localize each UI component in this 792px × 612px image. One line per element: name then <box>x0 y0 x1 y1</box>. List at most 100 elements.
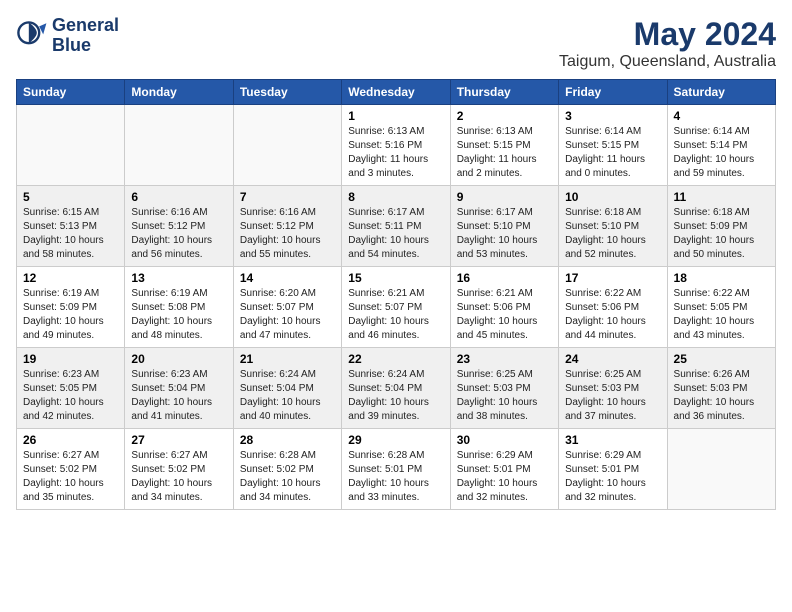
calendar-cell: 24 Sunrise: 6:25 AM Sunset: 5:03 PM Dayli… <box>559 348 667 429</box>
day-number: 6 <box>131 190 226 204</box>
calendar-cell: 25Sunrise: 6:26 AM Sunset: 5:03 PM Dayli… <box>667 348 775 429</box>
weekday-header-thursday: Thursday <box>450 80 558 105</box>
day-number: 3 <box>565 109 660 123</box>
logo-text: General Blue <box>52 16 119 56</box>
calendar-cell: 4 Sunrise: 6:14 AM Sunset: 5:14 PM Daylig… <box>667 105 775 186</box>
calendar-cell <box>233 105 341 186</box>
weekday-header-friday: Friday <box>559 80 667 105</box>
calendar-cell: 9 Sunrise: 6:17 AM Sunset: 5:10 PM Daylig… <box>450 186 558 267</box>
day-number: 27 <box>131 433 226 447</box>
day-info: Sunrise: 6:28 AM Sunset: 5:02 PM Dayligh… <box>240 449 335 505</box>
weekday-header-saturday: Saturday <box>667 80 775 105</box>
day-number: 20 <box>131 352 226 366</box>
day-number: 24 <box>565 352 660 366</box>
calendar-cell: 16 Sunrise: 6:21 AM Sunset: 5:06 PM Dayli… <box>450 267 558 348</box>
day-number: 8 <box>348 190 443 204</box>
day-info: Sunrise: 6:24 AM Sunset: 5:04 PM Dayligh… <box>240 368 335 424</box>
day-info: Sunrise: 6:26 AM Sunset: 5:03 PM Dayligh… <box>674 368 769 424</box>
day-info: Sunrise: 6:24 AM Sunset: 5:04 PM Dayligh… <box>348 368 443 424</box>
day-number: 28 <box>240 433 335 447</box>
day-info: Sunrise: 6:15 AM Sunset: 5:13 PM Dayligh… <box>23 206 118 262</box>
day-info: Sunrise: 6:23 AM Sunset: 5:04 PM Dayligh… <box>131 368 226 424</box>
day-info: Sunrise: 6:14 AM Sunset: 5:15 PM Dayligh… <box>565 125 660 181</box>
day-number: 23 <box>457 352 552 366</box>
day-number: 22 <box>348 352 443 366</box>
calendar-week-3: 12 Sunrise: 6:19 AM Sunset: 5:09 PM Dayli… <box>17 267 776 348</box>
calendar-cell: 17Sunrise: 6:22 AM Sunset: 5:06 PM Dayli… <box>559 267 667 348</box>
calendar-cell: 5 Sunrise: 6:15 AM Sunset: 5:13 PM Daylig… <box>17 186 125 267</box>
day-info: Sunrise: 6:27 AM Sunset: 5:02 PM Dayligh… <box>23 449 118 505</box>
calendar-cell: 1 Sunrise: 6:13 AM Sunset: 5:16 PM Daylig… <box>342 105 450 186</box>
day-info: Sunrise: 6:28 AM Sunset: 5:01 PM Dayligh… <box>348 449 443 505</box>
calendar-cell: 13Sunrise: 6:19 AM Sunset: 5:08 PM Dayli… <box>125 267 233 348</box>
day-number: 29 <box>348 433 443 447</box>
calendar-cell <box>667 429 775 510</box>
day-info: Sunrise: 6:18 AM Sunset: 5:10 PM Dayligh… <box>565 206 660 262</box>
day-number: 2 <box>457 109 552 123</box>
logo: General Blue <box>16 16 119 56</box>
day-info: Sunrise: 6:29 AM Sunset: 5:01 PM Dayligh… <box>457 449 552 505</box>
calendar-week-2: 5 Sunrise: 6:15 AM Sunset: 5:13 PM Daylig… <box>17 186 776 267</box>
day-info: Sunrise: 6:17 AM Sunset: 5:11 PM Dayligh… <box>348 206 443 262</box>
title-block: May 2024 Taigum, Queensland, Australia <box>559 16 776 71</box>
day-number: 7 <box>240 190 335 204</box>
calendar-cell: 20 Sunrise: 6:23 AM Sunset: 5:04 PM Dayli… <box>125 348 233 429</box>
day-info: Sunrise: 6:23 AM Sunset: 5:05 PM Dayligh… <box>23 368 118 424</box>
calendar-cell: 8 Sunrise: 6:17 AM Sunset: 5:11 PM Daylig… <box>342 186 450 267</box>
calendar-cell: 6 Sunrise: 6:16 AM Sunset: 5:12 PM Daylig… <box>125 186 233 267</box>
day-info: Sunrise: 6:21 AM Sunset: 5:07 PM Dayligh… <box>348 287 443 343</box>
day-number: 1 <box>348 109 443 123</box>
weekday-header-wednesday: Wednesday <box>342 80 450 105</box>
month-title: May 2024 <box>559 16 776 53</box>
calendar-cell: 15Sunrise: 6:21 AM Sunset: 5:07 PM Dayli… <box>342 267 450 348</box>
day-info: Sunrise: 6:27 AM Sunset: 5:02 PM Dayligh… <box>131 449 226 505</box>
calendar-cell: 31 Sunrise: 6:29 AM Sunset: 5:01 PM Dayli… <box>559 429 667 510</box>
day-number: 16 <box>457 271 552 285</box>
calendar-cell: 23 Sunrise: 6:25 AM Sunset: 5:03 PM Dayli… <box>450 348 558 429</box>
day-info: Sunrise: 6:20 AM Sunset: 5:07 PM Dayligh… <box>240 287 335 343</box>
day-info: Sunrise: 6:22 AM Sunset: 5:06 PM Dayligh… <box>565 287 660 343</box>
calendar-cell: 11 Sunrise: 6:18 AM Sunset: 5:09 PM Dayli… <box>667 186 775 267</box>
day-info: Sunrise: 6:21 AM Sunset: 5:06 PM Dayligh… <box>457 287 552 343</box>
day-info: Sunrise: 6:19 AM Sunset: 5:09 PM Dayligh… <box>23 287 118 343</box>
calendar-week-1: 1 Sunrise: 6:13 AM Sunset: 5:16 PM Daylig… <box>17 105 776 186</box>
day-number: 10 <box>565 190 660 204</box>
day-number: 9 <box>457 190 552 204</box>
day-info: Sunrise: 6:13 AM Sunset: 5:16 PM Dayligh… <box>348 125 443 181</box>
day-number: 31 <box>565 433 660 447</box>
calendar-cell <box>125 105 233 186</box>
day-info: Sunrise: 6:25 AM Sunset: 5:03 PM Dayligh… <box>565 368 660 424</box>
calendar-cell: 2 Sunrise: 6:13 AM Sunset: 5:15 PM Daylig… <box>450 105 558 186</box>
day-info: Sunrise: 6:13 AM Sunset: 5:15 PM Dayligh… <box>457 125 552 181</box>
day-info: Sunrise: 6:16 AM Sunset: 5:12 PM Dayligh… <box>240 206 335 262</box>
day-number: 11 <box>674 190 769 204</box>
calendar-cell: 30 Sunrise: 6:29 AM Sunset: 5:01 PM Dayli… <box>450 429 558 510</box>
day-number: 26 <box>23 433 118 447</box>
day-number: 21 <box>240 352 335 366</box>
calendar-cell: 18Sunrise: 6:22 AM Sunset: 5:05 PM Dayli… <box>667 267 775 348</box>
calendar-cell: 14Sunrise: 6:20 AM Sunset: 5:07 PM Dayli… <box>233 267 341 348</box>
calendar-week-5: 26 Sunrise: 6:27 AM Sunset: 5:02 PM Dayli… <box>17 429 776 510</box>
day-info: Sunrise: 6:19 AM Sunset: 5:08 PM Dayligh… <box>131 287 226 343</box>
weekday-header-sunday: Sunday <box>17 80 125 105</box>
day-number: 5 <box>23 190 118 204</box>
day-info: Sunrise: 6:16 AM Sunset: 5:12 PM Dayligh… <box>131 206 226 262</box>
day-number: 4 <box>674 109 769 123</box>
day-number: 12 <box>23 271 118 285</box>
calendar-cell <box>17 105 125 186</box>
weekday-header-tuesday: Tuesday <box>233 80 341 105</box>
calendar-cell: 22 Sunrise: 6:24 AM Sunset: 5:04 PM Dayli… <box>342 348 450 429</box>
calendar-cell: 12 Sunrise: 6:19 AM Sunset: 5:09 PM Dayli… <box>17 267 125 348</box>
day-info: Sunrise: 6:29 AM Sunset: 5:01 PM Dayligh… <box>565 449 660 505</box>
calendar-cell: 27 Sunrise: 6:27 AM Sunset: 5:02 PM Dayli… <box>125 429 233 510</box>
calendar-cell: 29 Sunrise: 6:28 AM Sunset: 5:01 PM Dayli… <box>342 429 450 510</box>
day-info: Sunrise: 6:18 AM Sunset: 5:09 PM Dayligh… <box>674 206 769 262</box>
page-header: General Blue May 2024 Taigum, Queensland… <box>16 16 776 71</box>
calendar-cell: 21 Sunrise: 6:24 AM Sunset: 5:04 PM Dayli… <box>233 348 341 429</box>
day-number: 19 <box>23 352 118 366</box>
day-info: Sunrise: 6:17 AM Sunset: 5:10 PM Dayligh… <box>457 206 552 262</box>
day-info: Sunrise: 6:25 AM Sunset: 5:03 PM Dayligh… <box>457 368 552 424</box>
day-info: Sunrise: 6:14 AM Sunset: 5:14 PM Dayligh… <box>674 125 769 181</box>
day-number: 30 <box>457 433 552 447</box>
day-number: 18 <box>674 271 769 285</box>
